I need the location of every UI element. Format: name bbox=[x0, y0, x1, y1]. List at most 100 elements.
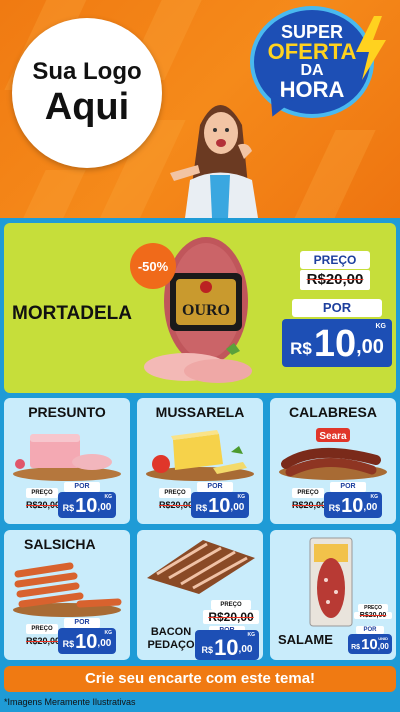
product-name: SALSICHA bbox=[24, 536, 96, 552]
price-decimal: ,00 bbox=[363, 502, 378, 513]
logo-text-line1: Sua Logo bbox=[32, 58, 142, 85]
price-integer: 10 bbox=[313, 323, 357, 365]
product-name: PRESUNTO bbox=[28, 404, 106, 420]
bacon-image bbox=[147, 540, 255, 594]
main-panel: MORTADELA OURO -50% PREÇO R$20,00 POR R$… bbox=[0, 218, 400, 712]
header-banner: Sua Logo Aqui SUPER OFERTA DA HORA bbox=[0, 0, 400, 218]
price-decimal: ,00 bbox=[97, 502, 112, 513]
por-label: POR bbox=[330, 482, 366, 492]
logo-text-line2: Aqui bbox=[44, 86, 130, 128]
price-decimal: ,00 bbox=[356, 336, 384, 358]
old-price: R$20,00 bbox=[26, 500, 61, 510]
por-label: POR bbox=[64, 482, 100, 492]
unit-label: KG bbox=[237, 494, 246, 500]
old-price: R$20,00 bbox=[354, 612, 392, 619]
price-tag: PREÇO R$20,00 POR R$ 10 ,00 KG bbox=[157, 482, 249, 520]
featured-price-box: PREÇO R$20,00 bbox=[300, 251, 370, 290]
new-price: R$ 10 ,00 KG bbox=[58, 628, 116, 654]
logo-placeholder: Sua Logo Aqui bbox=[12, 18, 162, 168]
old-price: R$20,00 bbox=[159, 500, 194, 510]
cta-banner[interactable]: Crie seu encarte com este tema! bbox=[4, 666, 396, 692]
preco-label: PREÇO bbox=[211, 600, 251, 610]
new-price: R$ 10 ,00 KG bbox=[58, 492, 116, 518]
price-decimal: ,00 bbox=[230, 502, 245, 513]
preco-label: PREÇO bbox=[300, 251, 370, 269]
price-tag: PREÇO R$20,00 POR R$ 10 ,00 KG bbox=[24, 618, 116, 656]
new-price: R$ 10 ,00 KG bbox=[195, 630, 259, 660]
decor-stripe bbox=[0, 170, 86, 218]
badge-line2: OFERTA bbox=[267, 39, 357, 64]
price-integer: 10 bbox=[341, 495, 364, 517]
product-name: CALABRESA bbox=[289, 404, 377, 420]
discount-badge: -50% bbox=[130, 243, 176, 289]
product-card-salsicha[interactable]: SALSICHA PREÇO R$20,00 POR R$ 10 ,00 KG bbox=[4, 530, 130, 660]
new-price-box: POR R$ 10 ,00 KG bbox=[195, 626, 259, 660]
seara-logo: Seara bbox=[319, 431, 347, 442]
preco-label: PREÇO bbox=[358, 604, 388, 612]
old-price: R$20,00 bbox=[203, 610, 259, 624]
new-price: R$ 10 ,00 KG bbox=[282, 319, 392, 367]
currency: R$ bbox=[195, 503, 208, 513]
product-card-salame[interactable]: PREÇO R$20,00 SALAME POR R$ 10 ,00 UNID bbox=[270, 530, 396, 660]
price-decimal: ,00 bbox=[97, 638, 112, 649]
price-integer: 10 bbox=[75, 495, 98, 517]
unit-label: KG bbox=[375, 323, 387, 330]
currency: R$ bbox=[62, 503, 75, 513]
unit-label: KG bbox=[370, 494, 379, 500]
super-oferta-badge: SUPER OFERTA DA HORA bbox=[250, 6, 388, 126]
presunto-image bbox=[13, 434, 121, 481]
price-tag: PREÇO R$20,00 POR R$ 10 ,00 KG bbox=[290, 482, 382, 520]
new-price-box: POR R$ 10 ,00 UNID bbox=[348, 626, 392, 656]
por-label: POR bbox=[356, 626, 384, 634]
lightning-icon bbox=[356, 16, 386, 80]
product-card-bacon[interactable]: PREÇO R$20,00 BACON PEDAÇO POR R$ 10 ,00… bbox=[137, 530, 263, 660]
price-integer: 10 bbox=[75, 631, 98, 653]
disclaimer-text: *Imagens Meramente Ilustrativas bbox=[4, 697, 136, 707]
new-price: R$ 10 ,00 UNID bbox=[348, 634, 392, 654]
calabresa-image: Seara bbox=[279, 428, 387, 480]
preco-label: PREÇO bbox=[159, 488, 191, 498]
currency: R$ bbox=[351, 644, 361, 651]
price-integer: 10 bbox=[361, 636, 378, 653]
featured-new-price-box: POR R$ 10 ,00 KG bbox=[282, 299, 392, 367]
featured-product-name: MORTADELA bbox=[12, 303, 132, 324]
price-integer: 10 bbox=[208, 495, 231, 517]
new-price: R$ 10 ,00 KG bbox=[191, 492, 249, 518]
product-card-calabresa[interactable]: CALABRESA Seara PREÇO R$20,00 POR R$ 10 … bbox=[270, 398, 396, 524]
price-decimal: ,00 bbox=[377, 642, 389, 651]
preco-label: PREÇO bbox=[26, 488, 58, 498]
brand-text: OURO bbox=[182, 302, 230, 319]
currency: R$ bbox=[62, 639, 75, 649]
product-card-presunto[interactable]: PRESUNTO PREÇO R$20,00 POR R$ 10 ,00 KG bbox=[4, 398, 130, 524]
old-price-box: PREÇO R$20,00 bbox=[203, 600, 261, 624]
price-decimal: ,00 bbox=[238, 644, 253, 655]
product-name-line2: PEDAÇO bbox=[147, 639, 195, 651]
product-card-mussarela[interactable]: MUSSARELA PREÇO R$20,00 POR R$ 10 ,00 KG bbox=[137, 398, 263, 524]
currency: R$ bbox=[290, 339, 312, 358]
preco-label: PREÇO bbox=[26, 624, 58, 634]
preco-label: PREÇO bbox=[292, 488, 324, 498]
por-label: POR bbox=[197, 482, 233, 492]
salsicha-image bbox=[13, 562, 122, 617]
badge-line4: HORA bbox=[279, 77, 345, 102]
por-label: POR bbox=[64, 618, 100, 628]
unit-label: KG bbox=[247, 632, 256, 638]
product-name: BACON PEDAÇO bbox=[143, 626, 199, 652]
product-name: SALAME bbox=[278, 632, 333, 647]
unit-label: KG bbox=[104, 630, 113, 636]
price-tag: PREÇO R$20,00 POR R$ 10 ,00 KG bbox=[24, 482, 116, 520]
old-price: R$20,00 bbox=[292, 500, 327, 510]
salame-image bbox=[309, 537, 353, 627]
price-integer: 10 bbox=[214, 635, 239, 660]
old-price-box: PREÇO R$20,00 bbox=[354, 604, 392, 624]
product-name-line1: BACON bbox=[150, 626, 192, 638]
old-price: R$20,00 bbox=[26, 636, 61, 646]
mussarela-image bbox=[146, 430, 254, 481]
unit-label: UNID bbox=[378, 636, 388, 641]
unit-label: KG bbox=[104, 494, 113, 500]
old-price: R$20,00 bbox=[300, 270, 370, 290]
decor-stripe bbox=[284, 130, 376, 218]
currency: R$ bbox=[328, 503, 341, 513]
por-label: POR bbox=[292, 299, 382, 317]
featured-product-card[interactable]: MORTADELA OURO -50% PREÇO R$20,00 POR R$… bbox=[4, 223, 396, 393]
